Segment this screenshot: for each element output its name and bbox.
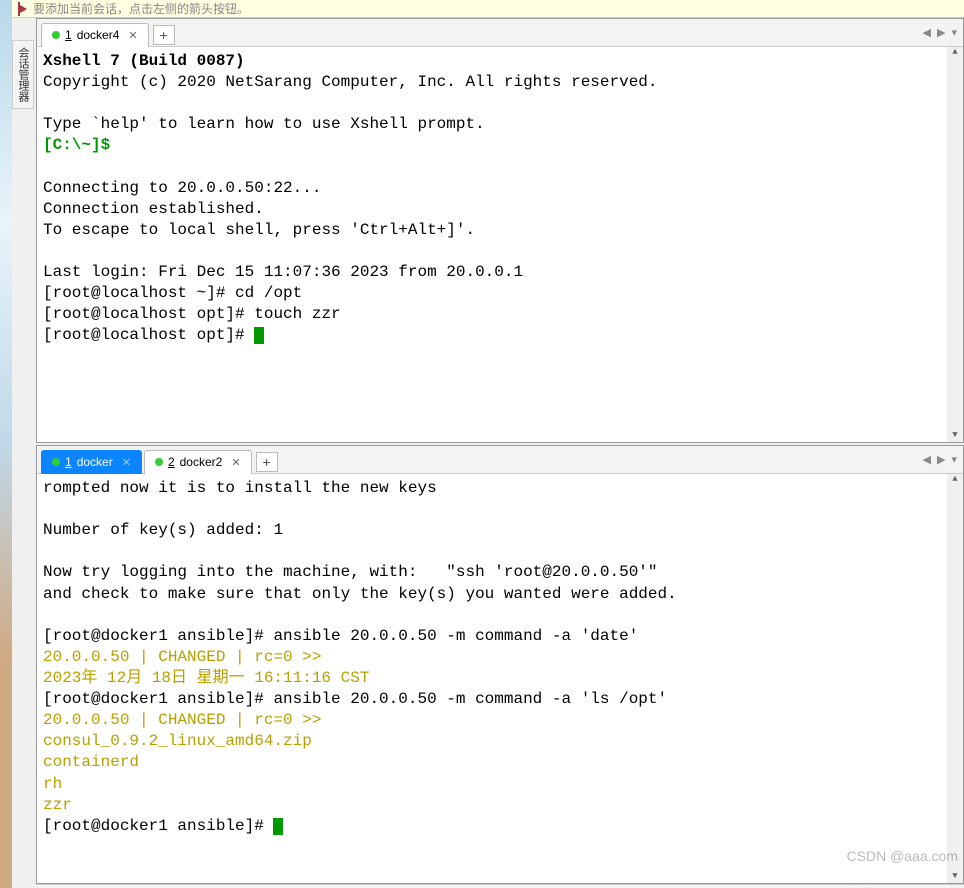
scroll-up-icon[interactable]: ▲ (952, 474, 957, 486)
term-line: 2023年 12月 18日 星期一 16:11:16 CST (43, 669, 369, 687)
add-tab-button[interactable]: + (256, 452, 278, 472)
term-line: rompted now it is to install the new key… (43, 479, 437, 497)
terminal-bottom[interactable]: rompted now it is to install the new key… (37, 474, 963, 883)
tab-bar-top: 1 docker4 ✕ + ◀ ▶ ▾ (37, 19, 963, 47)
tab-number: 1 (65, 28, 72, 42)
tab-label: docker (77, 455, 113, 469)
tab-navigation: ◀ ▶ ▾ (921, 453, 959, 466)
status-dot-icon (52, 458, 60, 466)
hint-text: 要添加当前会话，点击左侧的箭头按钮。 (33, 0, 249, 17)
tab-docker[interactable]: 1 docker ✕ (41, 450, 142, 474)
tab-navigation: ◀ ▶ ▾ (921, 26, 959, 39)
term-line: rh (43, 775, 62, 793)
scroll-up-icon[interactable]: ▲ (952, 47, 957, 59)
term-line: Copyright (c) 2020 NetSarang Computer, I… (43, 73, 658, 91)
term-line: [root@localhost ~]# cd /opt (43, 284, 302, 302)
close-icon[interactable]: ✕ (122, 456, 131, 469)
status-bar: ssh://root@20.0.0.0 20:22 SSH2 xterm 75x… (36, 884, 964, 888)
pane-top: 1 docker4 ✕ + ◀ ▶ ▾ Xshell 7 (Build 0087… (36, 18, 964, 443)
tab-label: docker4 (77, 28, 120, 42)
tab-menu-icon[interactable]: ▾ (949, 26, 959, 39)
cursor-icon (254, 327, 264, 344)
desktop-background-strip (0, 0, 12, 888)
tab-number: 1 (65, 455, 72, 469)
term-line: Connection established. (43, 200, 264, 218)
watermark: CSDN @aaa.com (847, 848, 958, 864)
pane-container: 1 docker4 ✕ + ◀ ▶ ▾ Xshell 7 (Build 0087… (36, 18, 964, 884)
tab-menu-icon[interactable]: ▾ (949, 453, 959, 466)
scrollbar[interactable]: ▲ ▼ (947, 474, 963, 883)
flag-icon (18, 2, 27, 16)
term-line: Now try logging into the machine, with: … (43, 563, 658, 581)
session-manager-side-tab[interactable]: 会话管理器 (12, 40, 34, 109)
status-dot-icon (155, 458, 163, 466)
hint-bar: 要添加当前会话，点击左侧的箭头按钮。 (12, 0, 964, 18)
term-line: Number of key(s) added: 1 (43, 521, 283, 539)
tab-bar-bottom: 1 docker ✕ 2 docker2 ✕ + ◀ ▶ ▾ (37, 446, 963, 474)
term-line: To escape to local shell, press 'Ctrl+Al… (43, 221, 475, 239)
tab-next-icon[interactable]: ▶ (935, 26, 947, 39)
close-icon[interactable]: ✕ (128, 29, 137, 42)
term-line: [root@docker1 ansible]# ansible 20.0.0.5… (43, 690, 667, 708)
term-line: Type `help' to learn how to use Xshell p… (43, 115, 485, 133)
term-line: consul_0.9.2_linux_amd64.zip (43, 732, 312, 750)
tab-label: docker2 (180, 455, 223, 469)
tab-docker4[interactable]: 1 docker4 ✕ (41, 23, 149, 47)
term-line: [root@localhost opt]# touch zzr (43, 305, 341, 323)
tab-next-icon[interactable]: ▶ (935, 453, 947, 466)
terminal-top[interactable]: Xshell 7 (Build 0087) Copyright (c) 2020… (37, 47, 963, 442)
term-line: Xshell 7 (Build 0087) (43, 52, 245, 70)
tab-docker2[interactable]: 2 docker2 ✕ (144, 450, 252, 474)
tab-prev-icon[interactable]: ◀ (921, 453, 933, 466)
term-line: and check to make sure that only the key… (43, 585, 677, 603)
scroll-down-icon[interactable]: ▼ (952, 430, 957, 442)
status-dot-icon (52, 31, 60, 39)
term-line: 20.0.0.50 | CHANGED | rc=0 >> (43, 711, 321, 729)
term-line: [root@docker1 ansible]# (43, 817, 273, 835)
term-line: containerd (43, 753, 139, 771)
tab-prev-icon[interactable]: ◀ (921, 26, 933, 39)
term-prompt: [C:\~]$ (43, 136, 110, 154)
close-icon[interactable]: ✕ (231, 456, 240, 469)
term-line: zzr (43, 796, 72, 814)
term-line: 20.0.0.50 | CHANGED | rc=0 >> (43, 648, 321, 666)
term-line: Last login: Fri Dec 15 11:07:36 2023 fro… (43, 263, 523, 281)
term-line: [root@docker1 ansible]# ansible 20.0.0.5… (43, 627, 638, 645)
term-line: [root@localhost opt]# (43, 326, 254, 344)
scroll-down-icon[interactable]: ▼ (952, 871, 957, 883)
cursor-icon (273, 818, 283, 835)
tab-number: 2 (168, 455, 175, 469)
scrollbar[interactable]: ▲ ▼ (947, 47, 963, 442)
add-tab-button[interactable]: + (153, 25, 175, 45)
app-root: 要添加当前会话，点击左侧的箭头按钮。 会话管理器 1 docker4 ✕ + ◀… (0, 0, 964, 888)
pane-bottom: 1 docker ✕ 2 docker2 ✕ + ◀ ▶ ▾ rompted n… (36, 445, 964, 884)
term-line: Connecting to 20.0.0.50:22... (43, 179, 321, 197)
